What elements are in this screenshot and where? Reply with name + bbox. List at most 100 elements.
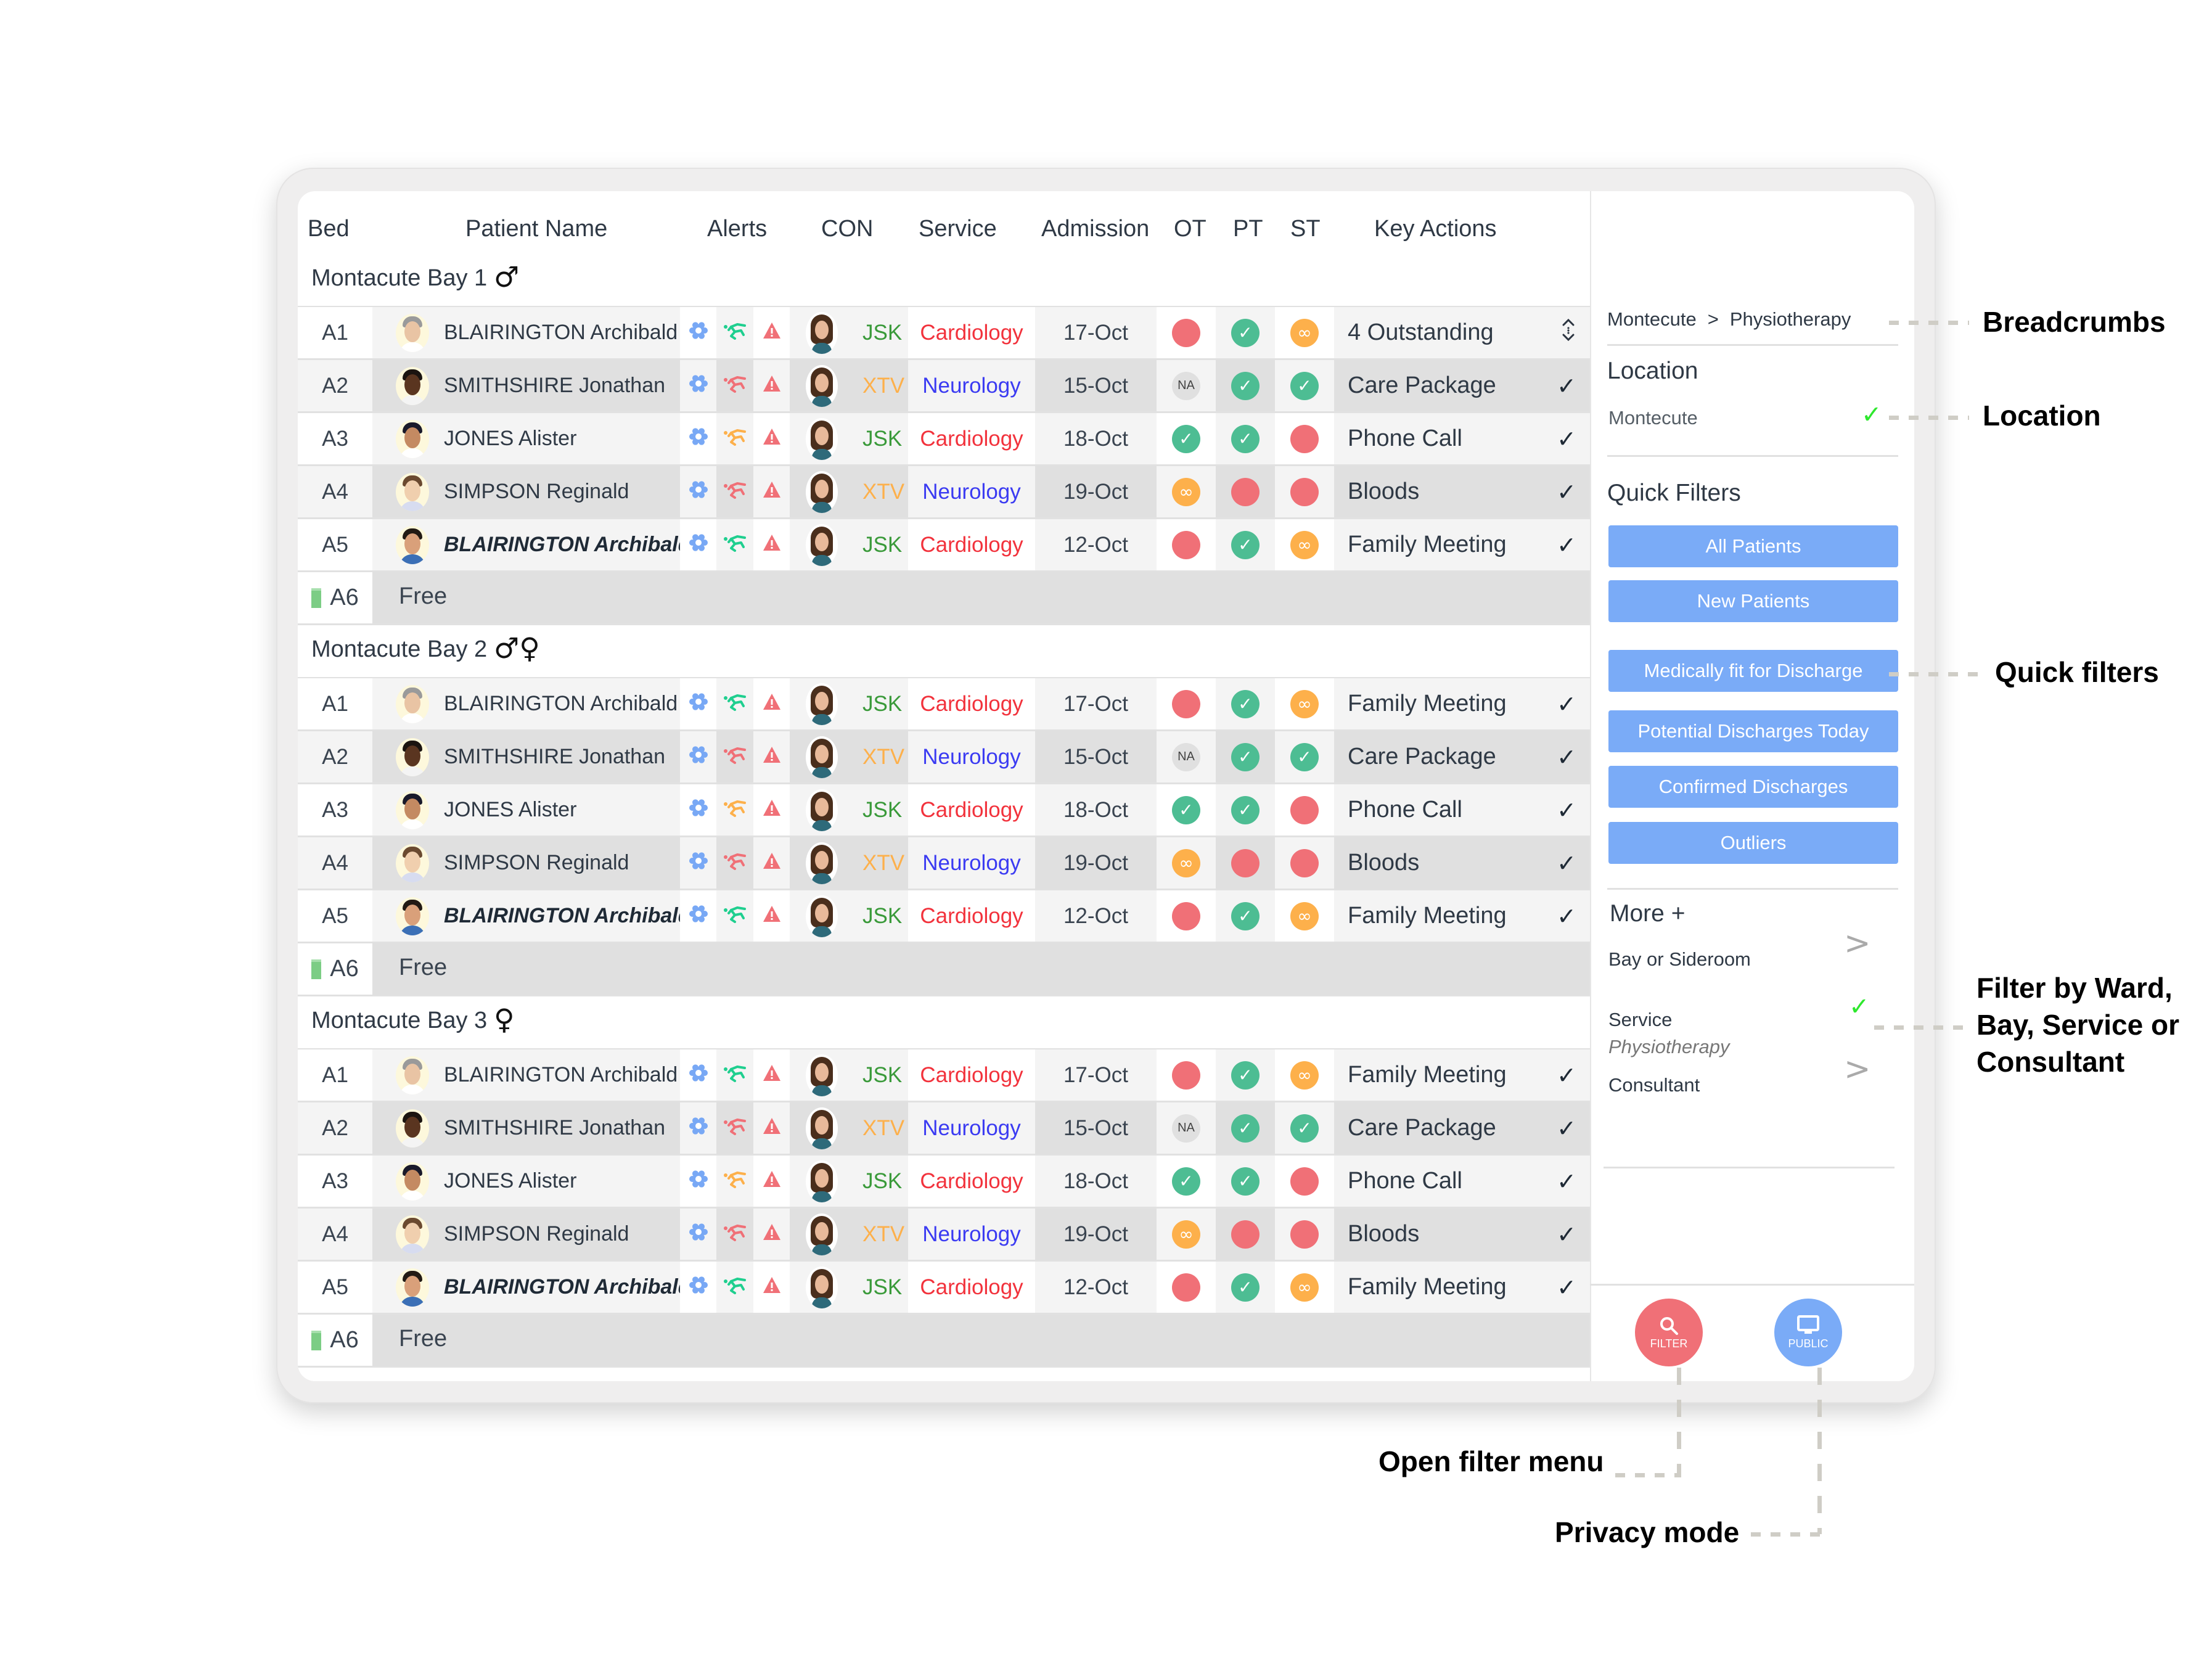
quick-filter-new-patients[interactable]: New Patients bbox=[1608, 580, 1898, 622]
header-ot[interactable]: OT bbox=[1174, 216, 1206, 242]
alert-cell[interactable] bbox=[716, 731, 753, 782]
alert-cell[interactable] bbox=[753, 1209, 790, 1260]
consultant-cell[interactable]: JSK bbox=[790, 678, 908, 729]
status-ongoing-icon[interactable]: ∞ bbox=[1172, 477, 1200, 506]
status-pending-icon[interactable] bbox=[1172, 318, 1200, 347]
pt-status-cell[interactable] bbox=[1216, 1209, 1275, 1260]
status-ongoing-icon[interactable]: ∞ bbox=[1290, 1061, 1319, 1090]
warning-icon[interactable] bbox=[762, 904, 782, 929]
check-icon[interactable]: ✓ bbox=[1557, 1221, 1576, 1248]
fall-risk-icon[interactable] bbox=[723, 427, 747, 451]
fall-risk-icon[interactable] bbox=[723, 692, 747, 716]
quick-filter-all-patients[interactable]: All Patients bbox=[1608, 525, 1898, 567]
alert-cell[interactable] bbox=[680, 1102, 716, 1154]
status-pending-icon[interactable] bbox=[1231, 477, 1260, 506]
free-bed-row[interactable]: A6 Free bbox=[298, 943, 1590, 996]
ot-status-cell[interactable] bbox=[1157, 1049, 1216, 1101]
status-complete-icon[interactable]: ✓ bbox=[1231, 689, 1260, 718]
pt-status-cell[interactable] bbox=[1216, 837, 1275, 889]
consultant-code[interactable]: XTV bbox=[862, 480, 904, 504]
warning-icon[interactable] bbox=[762, 1116, 782, 1141]
alert-cell[interactable] bbox=[716, 1209, 753, 1260]
status-ongoing-icon[interactable]: ∞ bbox=[1290, 530, 1319, 559]
warning-icon[interactable] bbox=[762, 1275, 782, 1300]
consultant-code[interactable]: XTV bbox=[862, 1116, 904, 1141]
consultant-cell[interactable]: JSK bbox=[790, 413, 908, 464]
check-icon[interactable]: ✓ bbox=[1557, 478, 1576, 506]
ot-status-cell[interactable]: ✓ bbox=[1157, 1156, 1216, 1207]
warning-icon[interactable] bbox=[762, 533, 782, 557]
warning-icon[interactable] bbox=[762, 692, 782, 716]
fall-risk-icon[interactable] bbox=[723, 1063, 747, 1088]
fall-risk-icon[interactable] bbox=[723, 1222, 747, 1247]
st-status-cell[interactable] bbox=[1275, 466, 1334, 517]
status-complete-icon[interactable]: ✓ bbox=[1231, 1167, 1260, 1196]
key-action-label[interactable]: Bloods bbox=[1348, 478, 1419, 505]
settings-alert-icon[interactable] bbox=[689, 480, 708, 504]
alert-cell[interactable] bbox=[716, 360, 753, 411]
key-action-cell[interactable]: Phone Call ✓ bbox=[1334, 413, 1590, 464]
status-complete-icon[interactable]: ✓ bbox=[1172, 795, 1200, 824]
status-ongoing-icon[interactable]: ∞ bbox=[1290, 1273, 1319, 1302]
quick-filter-potential-discharges[interactable]: Potential Discharges Today bbox=[1608, 710, 1898, 752]
st-status-cell[interactable]: ∞ bbox=[1275, 307, 1334, 358]
table-row[interactable]: A4 SIMPSON Reginald XTV Neurology 19-Oct ∞ Bl… bbox=[298, 1209, 1590, 1262]
status-na-badge[interactable]: NA bbox=[1172, 742, 1200, 771]
warning-icon[interactable] bbox=[762, 798, 782, 823]
status-complete-icon[interactable]: ✓ bbox=[1172, 424, 1200, 453]
status-pending-icon[interactable] bbox=[1290, 424, 1319, 453]
alert-cell[interactable] bbox=[716, 413, 753, 464]
alert-cell[interactable] bbox=[753, 1102, 790, 1154]
consultant-code[interactable]: JSK bbox=[862, 427, 902, 451]
pt-status-cell[interactable]: ✓ bbox=[1216, 519, 1275, 570]
ot-status-cell[interactable]: ∞ bbox=[1157, 837, 1216, 889]
ot-status-cell[interactable] bbox=[1157, 678, 1216, 729]
patient-name-cell[interactable]: SIMPSON Reginald bbox=[372, 466, 680, 517]
filter-button[interactable]: FILTER bbox=[1635, 1299, 1703, 1366]
status-pending-icon[interactable] bbox=[1172, 689, 1200, 718]
patient-name-cell[interactable]: SMITHSHIRE Jonathan bbox=[372, 1102, 680, 1154]
table-row[interactable]: A3 JONES Alister JSK Cardiology 18-Oct ✓ ✓ Pho… bbox=[298, 413, 1590, 466]
ot-status-cell[interactable]: NA bbox=[1157, 731, 1216, 782]
st-status-cell[interactable] bbox=[1275, 1209, 1334, 1260]
settings-alert-icon[interactable] bbox=[689, 692, 708, 716]
alert-cell[interactable] bbox=[716, 1049, 753, 1101]
key-action-label[interactable]: Bloods bbox=[1348, 850, 1419, 876]
status-ongoing-icon[interactable]: ∞ bbox=[1172, 848, 1200, 877]
consultant-code[interactable]: JSK bbox=[862, 321, 902, 345]
pt-status-cell[interactable]: ✓ bbox=[1216, 413, 1275, 464]
header-patient-name[interactable]: Patient Name bbox=[465, 216, 607, 242]
status-complete-icon[interactable]: ✓ bbox=[1231, 795, 1260, 824]
consultant-cell[interactable]: JSK bbox=[790, 890, 908, 942]
key-action-label[interactable]: Family Meeting bbox=[1348, 1062, 1507, 1088]
alert-cell[interactable] bbox=[680, 784, 716, 836]
alert-cell[interactable] bbox=[680, 890, 716, 942]
key-action-label[interactable]: Family Meeting bbox=[1348, 691, 1507, 717]
settings-alert-icon[interactable] bbox=[689, 1063, 708, 1088]
patient-name[interactable]: BLAIRINGTON Archibald bbox=[444, 321, 678, 345]
key-action-label[interactable]: Phone Call bbox=[1348, 425, 1462, 452]
settings-alert-icon[interactable] bbox=[689, 1275, 708, 1300]
settings-alert-icon[interactable] bbox=[689, 427, 708, 451]
warning-icon[interactable] bbox=[762, 427, 782, 451]
status-complete-icon[interactable]: ✓ bbox=[1231, 1061, 1260, 1090]
status-complete-icon[interactable]: ✓ bbox=[1290, 1114, 1319, 1143]
alert-cell[interactable] bbox=[716, 890, 753, 942]
warning-icon[interactable] bbox=[762, 851, 782, 876]
alert-cell[interactable] bbox=[753, 731, 790, 782]
key-action-label[interactable]: 4 Outstanding bbox=[1348, 319, 1494, 346]
alert-cell[interactable] bbox=[680, 1156, 716, 1207]
consultant-code[interactable]: XTV bbox=[862, 745, 904, 770]
quick-filter-outliers[interactable]: Outliers bbox=[1608, 822, 1898, 864]
alert-cell[interactable] bbox=[716, 1102, 753, 1154]
patient-name[interactable]: BLAIRINGTON Archibald bbox=[444, 1275, 690, 1299]
status-complete-icon[interactable]: ✓ bbox=[1231, 424, 1260, 453]
alert-cell[interactable] bbox=[716, 784, 753, 836]
status-pending-icon[interactable] bbox=[1290, 848, 1319, 877]
status-ongoing-icon[interactable]: ∞ bbox=[1172, 1220, 1200, 1249]
alert-cell[interactable] bbox=[753, 837, 790, 889]
patient-name[interactable]: JONES Alister bbox=[444, 798, 576, 822]
patient-name-cell[interactable]: BLAIRINGTON Archibald bbox=[372, 307, 680, 358]
warning-icon[interactable] bbox=[762, 1169, 782, 1194]
consultant-cell[interactable]: JSK bbox=[790, 784, 908, 836]
